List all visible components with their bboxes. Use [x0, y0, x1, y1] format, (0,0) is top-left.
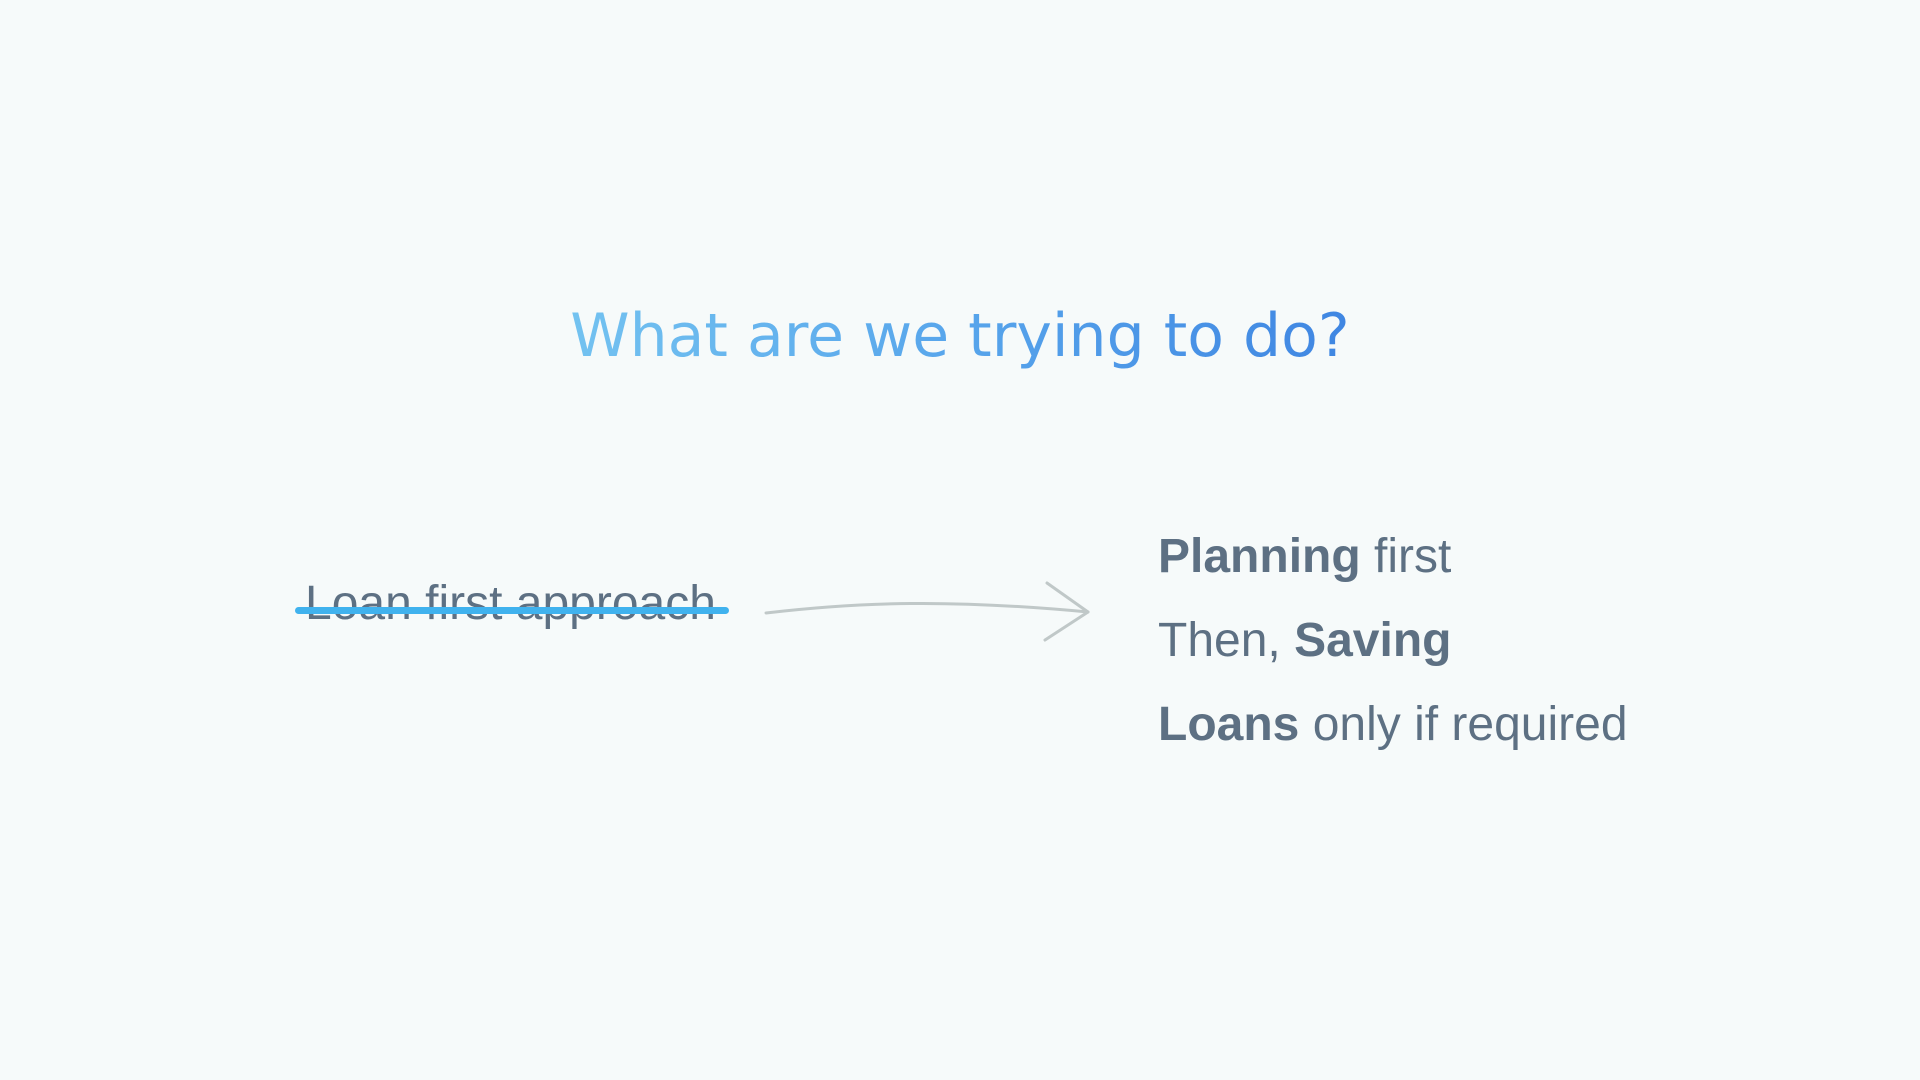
- slide: What are we trying to do? Loan first app…: [0, 0, 1920, 1080]
- old-approach-text: Loan first approach: [305, 577, 716, 630]
- right-arrow-icon: [764, 581, 1090, 642]
- strikethrough-line: [295, 607, 729, 614]
- list-item-bold: Saving: [1294, 614, 1452, 667]
- list-item-text: first: [1360, 530, 1452, 583]
- list-item-loans: Loans only if required: [1158, 693, 1628, 777]
- list-item-bold: Planning: [1158, 530, 1361, 583]
- list-item-text: Then,: [1158, 614, 1295, 667]
- slide-title-text: What are we trying to do?: [570, 301, 1350, 371]
- new-approach-list: Planning first Then, Saving Loans only i…: [1158, 525, 1628, 777]
- list-item-saving: Then, Saving: [1158, 609, 1628, 693]
- list-item-text: only if required: [1299, 698, 1628, 751]
- list-item-planning: Planning first: [1158, 525, 1628, 609]
- slide-title: What are we trying to do?: [0, 302, 1920, 371]
- list-item-bold: Loans: [1158, 698, 1300, 751]
